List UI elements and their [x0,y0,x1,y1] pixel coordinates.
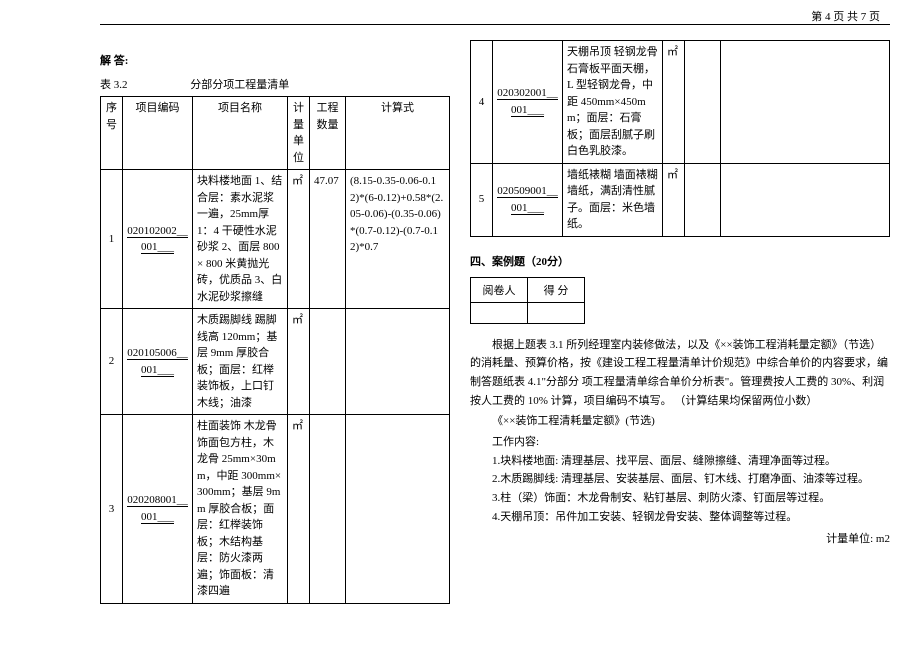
score-reviewer-cell [471,302,528,323]
cell-formula [721,41,890,164]
score-box: 阅卷人 得 分 [470,277,585,324]
cell-qty [685,41,721,164]
cell-code: 020102002__001___ [123,170,193,309]
boq-table-right: 4 020302001__001___ 天棚吊顶 轻钢龙骨石膏板平面天棚，L 型… [470,40,890,237]
col-seq: 序号 [101,97,123,170]
cell-name: 天棚吊顶 轻钢龙骨石膏板平面天棚，L 型轻钢龙骨，中距 450mm×450mm；… [563,41,663,164]
cell-seq: 4 [471,41,493,164]
col-qty: 工程数量 [310,97,346,170]
cell-seq: 5 [471,163,493,236]
col-unit: 计量单位 [288,97,310,170]
case-paragraph-1: 根据上题表 3.1 所列经理室内装修做法，以及《××装饰工程消耗量定额》（节选）… [470,336,890,411]
table-row: 2 020105006__001___ 木质踢脚线 踢脚线高 120mm；基层 … [101,309,450,415]
cell-formula [721,163,890,236]
cell-unit: ㎡ [663,163,685,236]
table-row: 3 020208001__001___ 柱面装饰 木龙骨饰面包方柱，木龙骨 25… [101,415,450,604]
cell-code: 020509001__001___ [493,163,563,236]
cell-qty [685,163,721,236]
cell-code: 020208001__001___ [123,415,193,604]
cell-qty [310,415,346,604]
cell-name: 木质踢脚线 踢脚线高 120mm；基层 9mm 厚胶合板；面层：红榉装饰板，上口… [193,309,288,415]
cell-unit: ㎡ [288,309,310,415]
work-item: 2.木质踢脚线: 清理基层、安装基层、面层、钉木线、打磨净面、油漆等过程。 [492,470,890,489]
table-caption-number: 表 3.2 [100,79,128,91]
case-paragraph-2: 《××装饰工程清耗量定额》(节选) [470,412,890,431]
score-reviewer-label: 阅卷人 [471,277,528,302]
table-row: 4 020302001__001___ 天棚吊顶 轻钢龙骨石膏板平面天棚，L 型… [471,41,890,164]
cell-name: 墙纸裱糊 墙面裱糊墙纸，满刮清性腻子。面层：米色墙纸。 [563,163,663,236]
cell-name: 块料楼地面 1、结合层：素水泥浆一遍，25mm厚 1：4 干硬性水泥砂浆 2、面… [193,170,288,309]
work-item: 1.块料楼地面: 清理基层、找平层、面层、缝隙擦缝、清理净面等过程。 [492,452,890,471]
cell-name: 柱面装饰 木龙骨饰面包方柱，木龙骨 25mm×30mm，中距 300mm×300… [193,415,288,604]
work-item: 4.天棚吊顶：吊件加工安装、轻钢龙骨安装、整体调整等过程。 [492,508,890,527]
cell-formula [346,415,450,604]
cell-code: 020302001__001___ [493,41,563,164]
col-name: 项目名称 [193,97,288,170]
unit-line: 计量单位: m2 [470,530,890,546]
page-number: 第 4 页 共 7 页 [811,8,880,24]
cell-formula: (8.15-0.35-0.06-0.12)*(6-0.12)+0.58*(2.0… [346,170,450,309]
section-4-title: 四、案例题（20分） [470,253,890,269]
cell-code: 020105006__001___ [123,309,193,415]
table-caption: 表 3.2 分部分项工程量清单 [100,76,450,92]
cell-qty: 47.07 [310,170,346,309]
col-formula: 计算式 [346,97,450,170]
cell-unit: ㎡ [663,41,685,164]
cell-qty [310,309,346,415]
cell-seq: 3 [101,415,123,604]
col-code: 项目编码 [123,97,193,170]
cell-seq: 2 [101,309,123,415]
answer-label: 解 答: [100,52,450,68]
table-row: 1 020102002__001___ 块料楼地面 1、结合层：素水泥浆一遍，2… [101,170,450,309]
header-rule [100,24,890,25]
score-label: 得 分 [528,277,585,302]
cell-formula [346,309,450,415]
work-item: 3.柱（梁）饰面：木龙骨制安、粘钉基层、刺防火漆、钉面层等过程。 [492,489,890,508]
boq-table-left: 序号 项目编码 项目名称 计量单位 工程数量 计算式 1 020102002__… [100,96,450,604]
cell-unit: ㎡ [288,415,310,604]
table-caption-title: 分部分项工程量清单 [190,79,289,91]
cell-unit: ㎡ [288,170,310,309]
score-value-cell [528,302,585,323]
table-row: 5 020509001__001___ 墙纸裱糊 墙面裱糊墙纸，满刮清性腻子。面… [471,163,890,236]
work-content-title: 工作内容: [492,433,890,452]
cell-seq: 1 [101,170,123,309]
